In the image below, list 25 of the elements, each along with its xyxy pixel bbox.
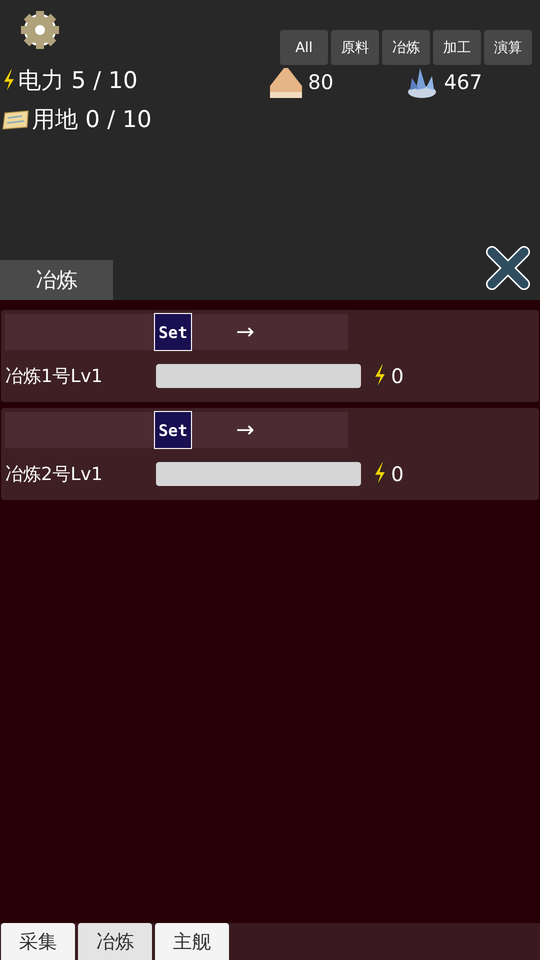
filter-tab[interactable]: 冶炼 [382,30,430,65]
resource-amount: 467 [444,70,482,94]
filter-tab[interactable]: 演算 [484,30,532,65]
nav-tab[interactable]: 主舰 [155,923,229,960]
stat-text: 用地 0 / 10 [32,106,152,135]
arrow-text: → [236,418,254,442]
filter-tab[interactable]: All [280,30,328,65]
settings-icon[interactable] [20,10,60,50]
stat-text: 电力 5 / 10 [18,67,138,96]
arrow-text: → [236,320,254,344]
close-icon[interactable] [486,246,530,290]
set-button[interactable]: Set [154,411,192,449]
lightning-icon [373,462,387,486]
nav-tab[interactable]: 冶炼 [78,923,152,960]
set-button[interactable]: Set [154,313,192,351]
nav-tab[interactable]: 采集 [1,923,75,960]
machine-name: 冶炼2号Lv1 [5,463,104,486]
resource-amount: 80 [308,70,334,94]
map-icon [2,110,30,130]
power-value: 0 [391,462,404,486]
filter-tab[interactable]: 加工 [433,30,481,65]
filter-tab[interactable]: 原料 [331,30,379,65]
machine-name: 冶炼1号Lv1 [5,365,104,388]
lightning-icon [373,364,387,388]
power-value: 0 [391,364,404,388]
